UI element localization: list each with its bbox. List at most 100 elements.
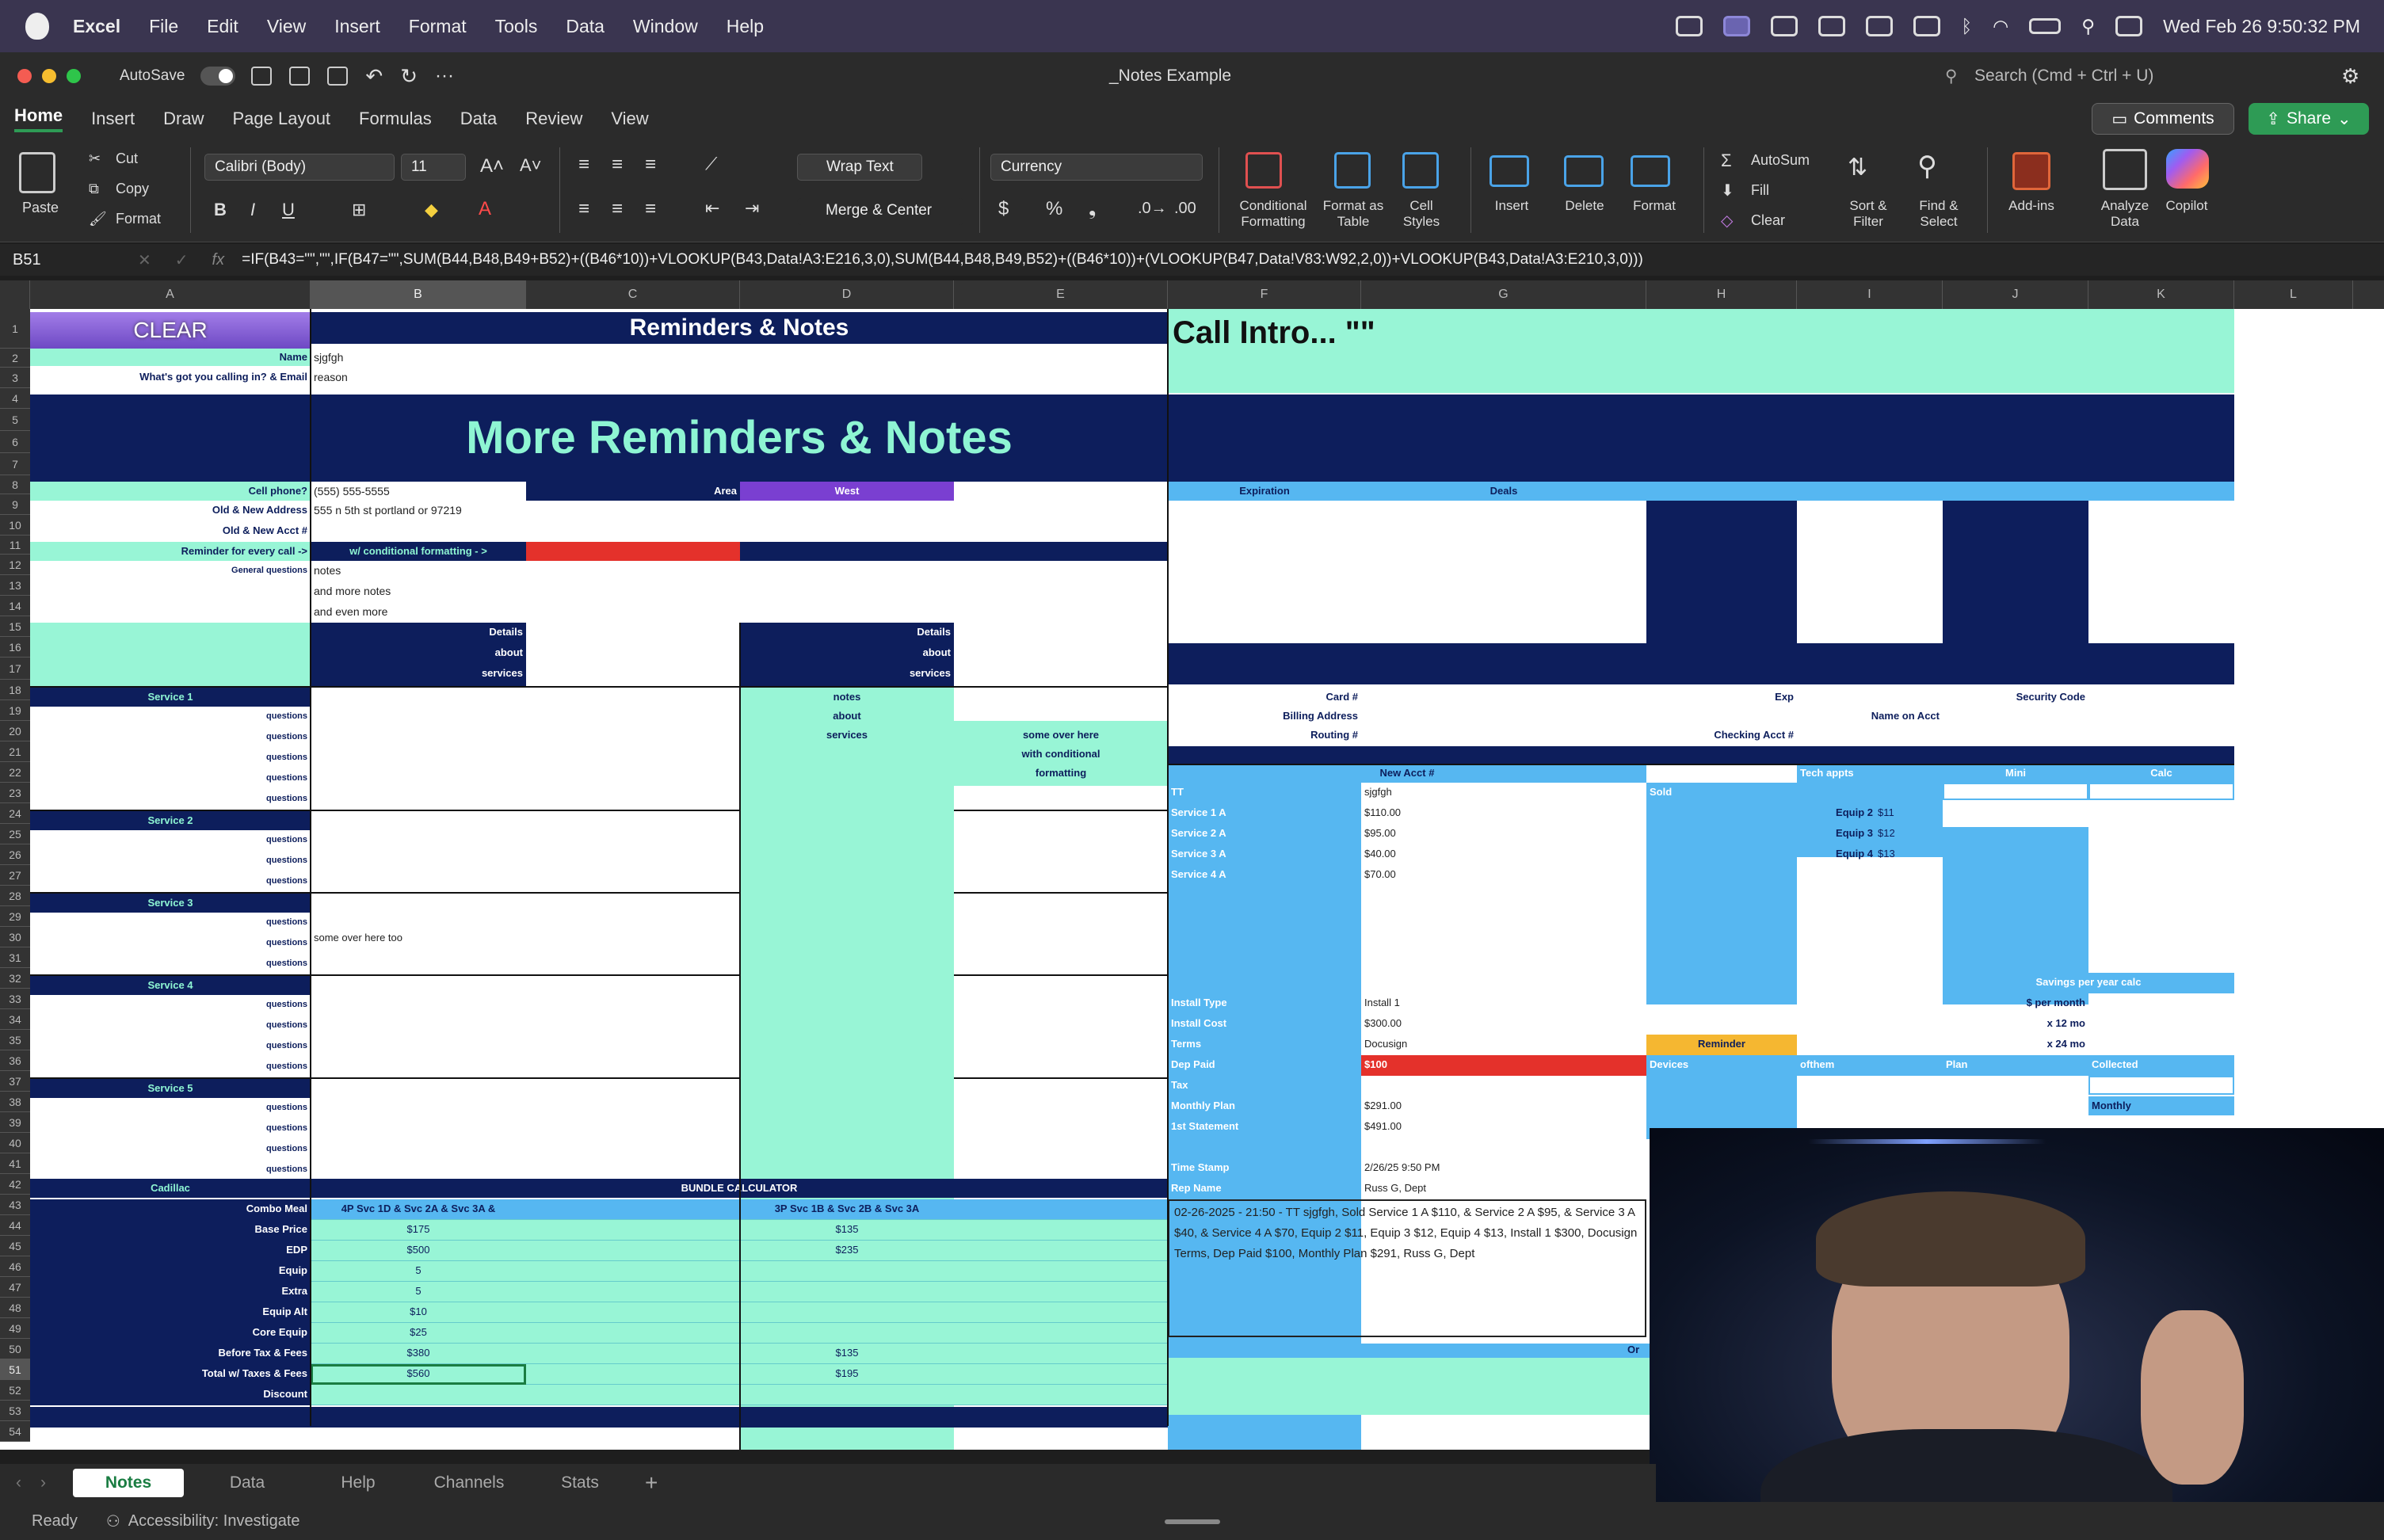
row-header[interactable]: 48 [0,1298,30,1318]
row-header[interactable]: 39 [0,1112,30,1133]
notification-icon[interactable] [1866,16,1894,36]
align-right-icon[interactable]: ≡ [645,198,656,220]
minimize-button[interactable] [42,69,56,83]
bundle-value-b[interactable]: $500 [311,1241,526,1261]
equip-value[interactable]: $11 [1878,803,1941,824]
bundle-value-b[interactable]: $25 [311,1323,526,1344]
add-ins-icon[interactable] [2012,152,2050,190]
row-header[interactable]: 21 [0,741,30,762]
menu-insert[interactable]: Insert [334,16,380,37]
fill-button[interactable]: Fill [1751,182,1769,199]
row-header[interactable]: 13 [0,575,30,596]
redo-icon[interactable]: ↻ [400,64,418,89]
tab-page-layout[interactable]: Page Layout [233,109,331,129]
currency-icon[interactable]: $ [998,198,1009,220]
outdent-icon[interactable]: ⇥ [745,198,759,219]
prev-sheet-icon[interactable]: ‹ [16,1473,21,1492]
column-header-f[interactable]: F [1168,280,1361,309]
copy-icon[interactable]: ⧉ [89,181,99,197]
insert-cells-button[interactable]: Insert [1483,198,1540,214]
row-header[interactable]: 34 [0,1009,30,1030]
increase-decimal-icon[interactable]: .0→ [1138,200,1167,218]
paste-icon[interactable] [19,152,55,193]
increase-font-icon[interactable]: A˄ [480,155,504,177]
install-type-value[interactable]: Install 1 [1361,993,1646,1014]
screen-share-icon[interactable] [1723,16,1751,36]
install-cost-value[interactable]: $300.00 [1361,1014,1646,1035]
sheet-tab-data[interactable]: Data [192,1473,303,1492]
bundle-value-d[interactable]: $235 [740,1241,954,1261]
formula-input[interactable]: =IF(B43="","",IF(B47="",SUM(B44,B48,B49+… [242,251,2333,269]
sheet-tab-channels[interactable]: Channels [414,1473,524,1492]
align-bottom-icon[interactable]: ≡ [645,154,656,176]
row-header[interactable]: 4 [0,388,30,409]
find-select-icon[interactable]: ⚲ [1917,151,1937,182]
bundle-cell-e[interactable] [954,1220,1168,1241]
collected-input[interactable] [2088,1076,2234,1095]
row-header[interactable]: 33 [0,989,30,1009]
document-title[interactable]: _Notes Example [1109,67,1231,86]
notes-line-3[interactable]: and even more [311,602,526,623]
function-icon[interactable]: fx [212,251,225,269]
bundle-value-d[interactable]: $195 [740,1364,954,1385]
autosave-toggle[interactable] [200,67,236,86]
bundle-cell-e[interactable] [954,1364,1168,1385]
copilot-button[interactable]: Copilot [2153,198,2220,214]
search-icon[interactable]: ⚲ [1945,67,1957,86]
bundle-value-d[interactable] [740,1302,954,1323]
reminder-highlight-cell[interactable] [526,542,740,561]
row-header[interactable]: 47 [0,1277,30,1298]
row-header[interactable]: 49 [0,1318,30,1339]
tab-view[interactable]: View [611,109,648,129]
borders-icon[interactable]: ⊞ [352,200,366,220]
row-header[interactable]: 8 [0,475,30,494]
row-header[interactable]: 1 [0,309,30,349]
font-size-dropdown[interactable]: 11 [401,154,466,181]
notes-line-2[interactable]: and more notes [311,581,526,602]
row-header[interactable]: 6 [0,431,30,453]
delete-cells-icon[interactable] [1564,155,1604,187]
bundle-cell-c[interactable] [526,1220,740,1241]
share-button[interactable]: ⇪ Share ⌄ [2249,103,2369,135]
cut-icon[interactable]: ✂ [89,151,101,167]
menu-app-name[interactable]: Excel [73,16,120,37]
column-header-d[interactable]: D [740,280,954,309]
some-over-too[interactable]: some over here too [311,928,526,947]
bundle-value-b[interactable]: $175 [311,1220,526,1241]
bundle-cell-c[interactable] [526,1344,740,1364]
row-header[interactable]: 5 [0,409,30,431]
format-painter-button[interactable]: Format [116,211,161,227]
bundle-value-d[interactable]: $135 [740,1344,954,1364]
column-header-i[interactable]: I [1797,280,1943,309]
service-a-price[interactable]: $70.00 [1361,865,1646,886]
search-input[interactable]: Search (Cmd + Ctrl + U) [1974,67,2153,86]
row-header[interactable]: 18 [0,680,30,700]
row-header[interactable]: 37 [0,1071,30,1092]
bundle-cell-e[interactable] [954,1282,1168,1302]
tab-home[interactable]: Home [14,105,63,132]
row-header[interactable]: 31 [0,947,30,968]
conditional-formatting-icon[interactable] [1245,152,1282,189]
calling-reason-value[interactable]: reason [311,368,1168,387]
call-intro-cell[interactable]: Call Intro... "" [1168,309,2234,393]
mini-input[interactable] [1943,783,2088,800]
notes-line-1[interactable]: notes [311,561,526,581]
bundle-cell-c[interactable] [526,1261,740,1282]
menu-edit[interactable]: Edit [207,16,238,37]
equip-value[interactable]: $13 [1878,844,1941,865]
row-header[interactable]: 26 [0,844,30,865]
edit-icon[interactable] [327,67,349,86]
column-header-l[interactable]: L [2234,280,2353,309]
menu-format[interactable]: Format [409,16,467,37]
bundle-cell-e[interactable] [954,1323,1168,1344]
format-table-icon[interactable] [1334,152,1371,189]
row-header[interactable]: 20 [0,721,30,741]
decrease-font-icon[interactable]: A˅ [520,155,542,176]
autosum-icon[interactable]: Σ [1721,151,1732,171]
row-header[interactable]: 15 [0,616,30,637]
bundle-value-d[interactable]: 3P Svc 1B & Svc 2B & Svc 3A [740,1199,954,1220]
bundle-value-d[interactable] [740,1282,954,1302]
menu-window[interactable]: Window [633,16,698,37]
comma-icon[interactable]: ❟ [1089,198,1096,220]
bundle-cell-e[interactable] [954,1241,1168,1261]
